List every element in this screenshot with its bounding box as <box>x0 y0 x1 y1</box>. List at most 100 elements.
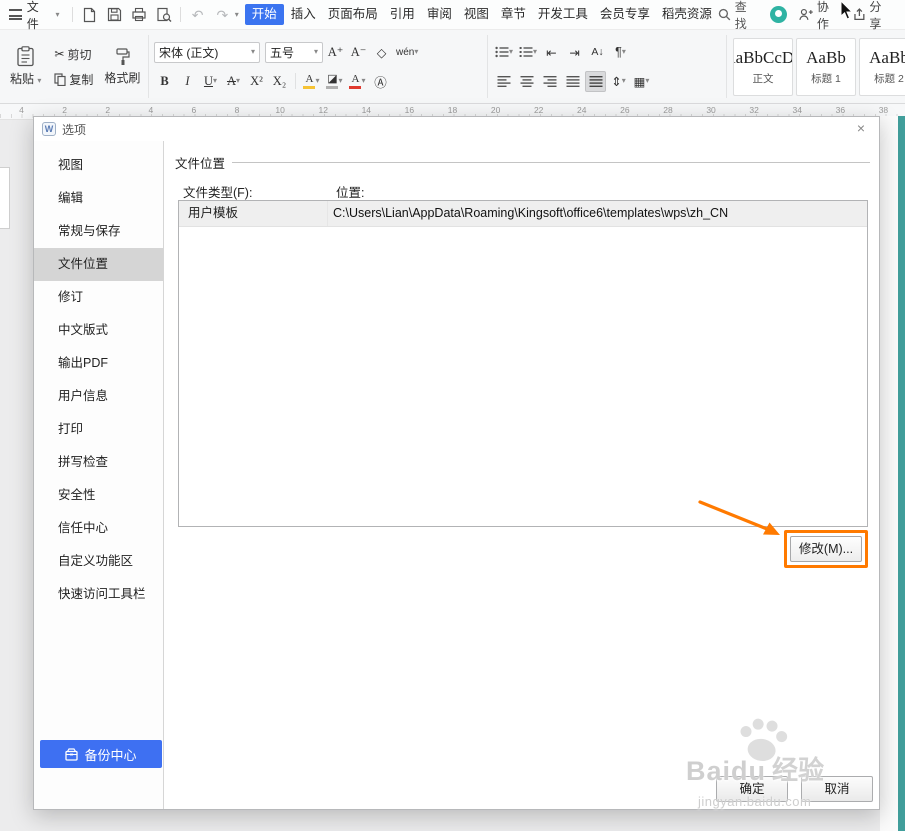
sidebar-item[interactable]: 编辑 <box>34 182 163 215</box>
align-right-button[interactable] <box>539 71 560 92</box>
style-card[interactable]: AaBbCcDd 正文 <box>733 37 793 96</box>
strikethrough-button[interactable]: A ▾ <box>223 71 244 92</box>
table-row[interactable]: 用户模板 C:\Users\Lian\AppData\Roaming\Kings… <box>179 201 867 227</box>
menu-bar: 文件 ▾ ↶ ↷ ▾ 开始 插入 页面布局 引用 审阅 视图 章节 开发工具 会员专享 稻壳资源 … <box>0 0 905 32</box>
clear-format-button[interactable]: ◇ <box>371 42 392 63</box>
sidebar-item[interactable]: 用户信息 <box>34 380 163 413</box>
copy-button[interactable]: 复制 <box>50 68 97 90</box>
file-locations-table[interactable]: 用户模板 C:\Users\Lian\AppData\Roaming\Kings… <box>178 200 868 527</box>
backup-center-button[interactable]: 备份中心 <box>40 740 162 768</box>
ruler-number: 18 <box>447 105 458 115</box>
increase-indent-button[interactable]: ⇥ <box>564 42 585 63</box>
cut-icon: ✂ <box>54 47 65 61</box>
font-name-select[interactable]: 宋体 (正文) ▾ <box>154 41 260 63</box>
ribbon-tab[interactable]: 会员专享 <box>595 4 655 25</box>
shading-button[interactable]: ◪ ▾ <box>324 71 345 92</box>
align-distribute-button[interactable] <box>585 70 606 92</box>
decrease-indent-button[interactable]: ⇤ <box>541 42 562 63</box>
print-button[interactable] <box>127 3 152 27</box>
window-edge-strip <box>898 116 905 831</box>
search-button[interactable]: 查找 <box>718 0 758 32</box>
dialog-titlebar[interactable]: W 选项 × <box>34 117 879 141</box>
chevron-down-icon: ▾ <box>533 47 538 56</box>
undo-history-dropdown-icon[interactable]: ▾ <box>235 10 239 19</box>
sidebar-item[interactable]: 安全性 <box>34 479 163 512</box>
sidebar-item[interactable]: 常规与保存 <box>34 215 163 248</box>
style-card[interactable]: AaBb 标题 1 <box>796 37 856 96</box>
line-spacing-button[interactable]: ⇕ ▾ <box>608 71 629 92</box>
align-center-button[interactable] <box>516 71 537 92</box>
paste-icon <box>17 46 34 67</box>
sidebar-item[interactable]: 拼写检查 <box>34 446 163 479</box>
account-avatar[interactable] <box>770 6 788 23</box>
font-color-button[interactable]: A ▾ <box>347 71 368 92</box>
ruler-number: 24 <box>577 105 587 115</box>
ribbon-tab[interactable]: 审阅 <box>422 4 457 25</box>
text-highlight-button[interactable]: A ▾ <box>301 71 322 92</box>
bold-button[interactable]: B <box>154 71 175 92</box>
redo-button[interactable]: ↷ <box>210 3 235 27</box>
save-button[interactable] <box>102 3 127 27</box>
ribbon-tab[interactable]: 稻壳资源 <box>657 4 717 25</box>
collaborate-button[interactable]: 协作 <box>799 0 840 32</box>
ribbon-tab[interactable]: 页面布局 <box>323 4 383 25</box>
sidebar-item[interactable]: 打印 <box>34 413 163 446</box>
subscript-button[interactable]: X₂ <box>269 71 290 92</box>
ruler-number: 20 <box>490 105 501 115</box>
ok-button[interactable]: 确定 <box>716 776 788 802</box>
ruler-number: 4 <box>148 105 154 115</box>
sidebar-item[interactable]: 视图 <box>34 149 163 182</box>
collapsed-panel-tab[interactable] <box>0 167 10 229</box>
sidebar-item[interactable]: 中文版式 <box>34 314 163 347</box>
ruler-number: 28 <box>663 105 673 115</box>
enclose-character-button[interactable]: Ⓐ <box>370 71 391 92</box>
file-menu-button[interactable]: 文件 ▾ <box>0 0 68 31</box>
ribbon-tab[interactable]: 视图 <box>459 4 494 25</box>
bullet-list-button[interactable]: ▾ <box>493 42 515 63</box>
cancel-button[interactable]: 取消 <box>801 776 873 802</box>
print-preview-button[interactable] <box>152 3 177 27</box>
modify-button[interactable]: 修改(M)... <box>790 536 862 562</box>
shrink-font-button[interactable]: A⁻ <box>348 42 369 63</box>
sidebar-item[interactable]: 自定义功能区 <box>34 545 163 578</box>
new-doc-button[interactable] <box>77 3 102 27</box>
ribbon-tab[interactable]: 开始 <box>244 4 284 25</box>
ribbon-tab[interactable]: 引用 <box>385 4 420 25</box>
borders-button[interactable]: ▦ ▾ <box>631 71 652 92</box>
underline-button[interactable]: U ▾ <box>200 71 221 92</box>
share-label: 分享 <box>869 0 882 31</box>
ruler-number: 30 <box>706 105 716 115</box>
ribbon-tab[interactable]: 插入 <box>286 4 321 25</box>
sidebar-item[interactable]: 修订 <box>34 281 163 314</box>
sidebar-item[interactable]: 信任中心 <box>34 512 163 545</box>
ruler-number: 38 <box>878 105 889 115</box>
redo-icon: ↷ <box>216 6 229 23</box>
format-painter-button[interactable]: 格式刷 <box>99 46 145 88</box>
sort-button[interactable]: A↓ <box>587 42 608 63</box>
ribbon-tab[interactable]: 开发工具 <box>533 4 593 25</box>
style-name: 正文 <box>752 72 774 85</box>
style-card[interactable]: AaBb 标题 2 <box>859 37 905 96</box>
cut-button[interactable]: ✂ 剪切 <box>50 43 97 65</box>
align-left-button[interactable] <box>493 71 514 92</box>
superscript-button[interactable]: X² <box>246 71 267 92</box>
numbered-list-button[interactable]: ▾ <box>517 42 539 63</box>
italic-button[interactable]: I <box>177 71 198 92</box>
undo-button[interactable]: ↶ <box>185 3 210 27</box>
ruler-number: 16 <box>404 105 415 115</box>
share-icon <box>853 8 865 21</box>
grow-font-button[interactable]: A⁺ <box>325 42 346 63</box>
show-marks-button[interactable]: ¶ ▾ <box>610 42 631 63</box>
share-button[interactable]: 分享 <box>853 0 893 32</box>
dialog-content: 文件位置 文件类型(F): 位置: 用户模板 C:\Users\Lian\App… <box>164 141 879 809</box>
chevron-down-icon: ▾ <box>213 76 218 85</box>
paste-button[interactable]: 粘贴 ▾ <box>5 44 46 89</box>
align-justify-button[interactable] <box>562 71 583 92</box>
sidebar-item[interactable]: 文件位置 <box>34 248 163 281</box>
sidebar-item[interactable]: 快速访问工具栏 <box>34 578 163 611</box>
close-icon[interactable]: × <box>852 120 870 138</box>
sidebar-item[interactable]: 输出PDF <box>34 347 163 380</box>
font-size-select[interactable]: 五号 ▾ <box>265 41 323 63</box>
pinyin-guide-button[interactable]: wén ▾ <box>394 42 420 63</box>
ribbon-tab[interactable]: 章节 <box>496 4 531 25</box>
